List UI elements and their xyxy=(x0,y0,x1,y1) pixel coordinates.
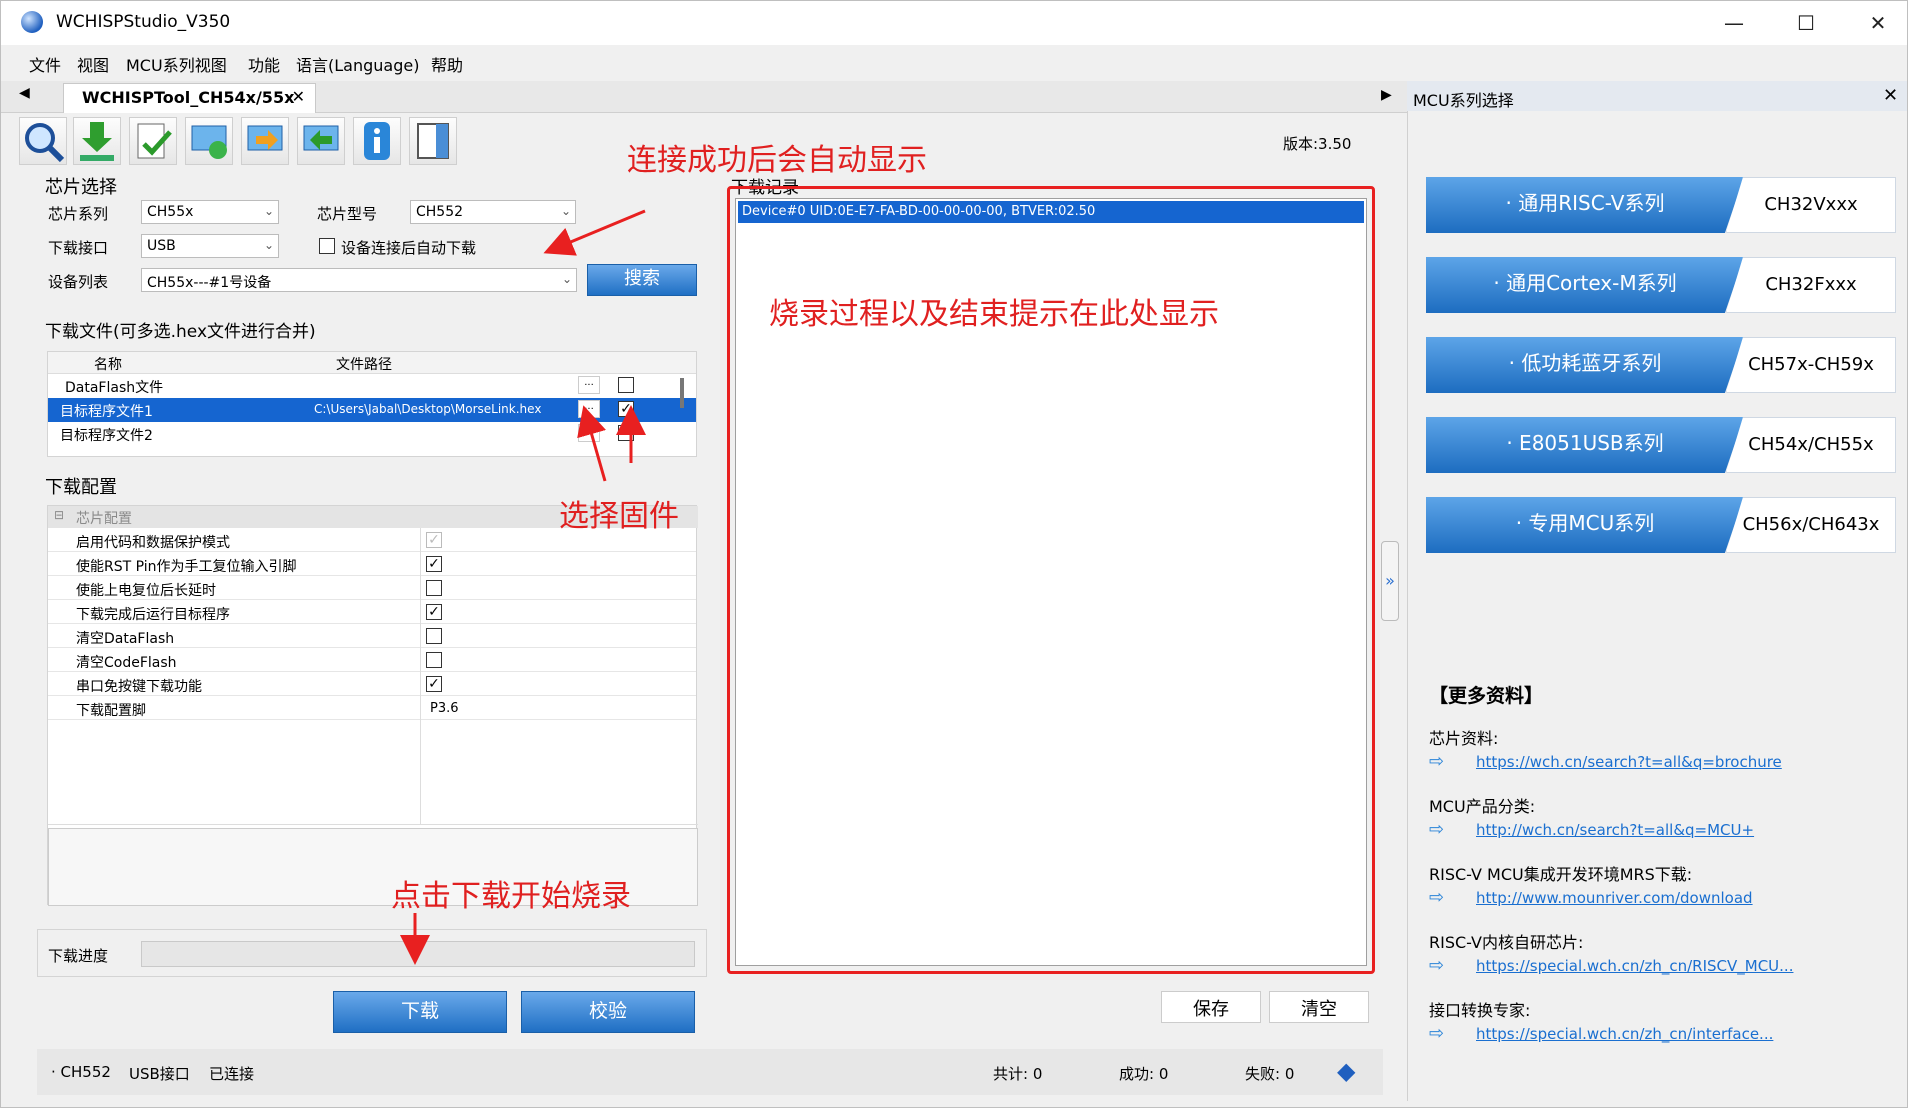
resource-link[interactable]: http://www.mounriver.com/download xyxy=(1476,889,1753,907)
resource-link[interactable]: http://wch.cn/search?t=all&q=MCU+ xyxy=(1476,821,1754,839)
maximize-button[interactable]: ☐ xyxy=(1771,1,1841,45)
close-icon[interactable]: ✕ xyxy=(1883,85,1898,106)
resource-link[interactable]: https://special.wch.cn/zh_cn/RISCV_MCU..… xyxy=(1476,957,1793,975)
series-button[interactable]: · 低功耗蓝牙系列 CH57x-CH59x xyxy=(1426,337,1896,393)
more-info-title: 【更多资料】 xyxy=(1429,685,1544,707)
link-label: 芯片资料: xyxy=(1429,729,1499,748)
resource-link[interactable]: https://special.wch.cn/zh_cn/interface..… xyxy=(1476,1025,1773,1043)
link-label: 接口转换专家: xyxy=(1429,1001,1531,1020)
series-button[interactable]: · 通用Cortex-M系列 CH32Fxxx xyxy=(1426,257,1896,313)
close-button[interactable]: ✕ xyxy=(1843,1,1913,45)
link-label: MCU产品分类: xyxy=(1429,797,1536,816)
mcu-panel-title: MCU系列选择 xyxy=(1413,91,1514,110)
arrow-right-icon: ⇨ xyxy=(1429,751,1445,772)
arrow-right-icon: ⇨ xyxy=(1429,819,1445,840)
arrow-right-icon: ⇨ xyxy=(1429,1023,1445,1044)
arrow-right-icon: ⇨ xyxy=(1429,887,1445,908)
annotation-arrows xyxy=(400,209,646,965)
minimize-button[interactable]: — xyxy=(1699,1,1769,45)
mcu-panel-header: MCU系列选择 ✕ xyxy=(1407,81,1907,111)
series-button[interactable]: · E8051USB系列 CH54x/CH55x xyxy=(1426,417,1896,473)
series-button[interactable]: · 专用MCU系列 CH56x/CH643x xyxy=(1426,497,1896,553)
resource-link[interactable]: https://wch.cn/search?t=all&q=brochure xyxy=(1476,753,1782,771)
series-button[interactable]: · 通用RISC-V系列 CH32Vxxx xyxy=(1426,177,1896,233)
link-label: RISC-V MCU集成开发环境MRS下载: xyxy=(1429,865,1693,884)
link-label: RISC-V内核自研芯片: xyxy=(1429,933,1584,952)
arrow-right-icon: ⇨ xyxy=(1429,955,1445,976)
